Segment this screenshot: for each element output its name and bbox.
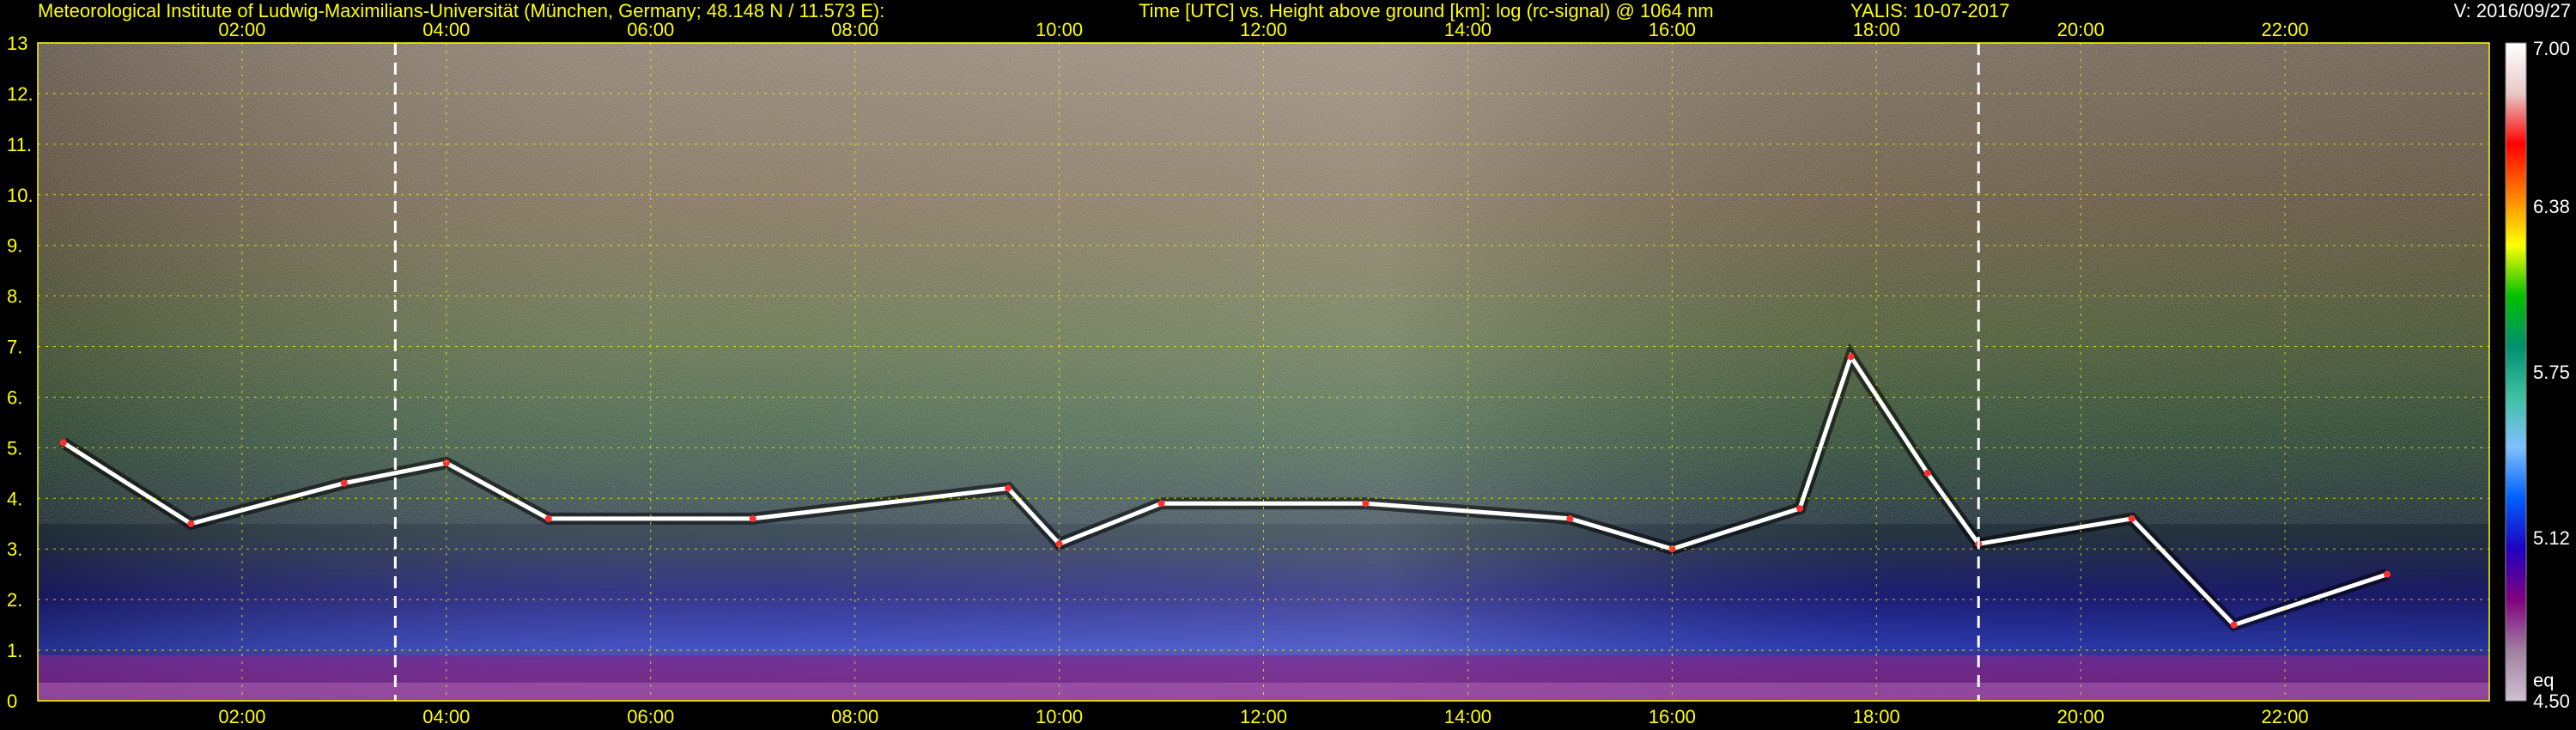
chart-header: Meteorological Institute of Ludwig-Maxim… (38, 0, 2571, 21)
x-tick-label-bottom: 20:00 (2057, 706, 2105, 727)
cloud-layer-point (1923, 469, 1931, 477)
colorbar-label: 5.12 (2533, 527, 2570, 549)
y-tick-label: 5. (7, 437, 22, 459)
y-tick-label: 11. (7, 134, 32, 155)
x-tick-label-bottom: 02:00 (218, 706, 265, 727)
x-tick-label-top: 14:00 (1444, 19, 1492, 40)
x-tick-label-bottom: 18:00 (1853, 706, 1900, 727)
x-tick-label-bottom: 12:00 (1240, 706, 1287, 727)
x-tick-label-top: 04:00 (422, 19, 470, 40)
x-tick-label-top: 22:00 (2262, 19, 2309, 40)
cloud-layer-point (1847, 353, 1855, 361)
y-tick-label: 8. (7, 286, 22, 307)
plot-area (37, 42, 2490, 702)
y-tick-label: 3. (7, 538, 22, 560)
cloud-layer-point (544, 514, 552, 522)
x-tick-label-top: 12:00 (1240, 19, 1287, 40)
x-tick-label-top: 06:00 (627, 19, 674, 40)
lidar-quicklook-chart: Meteorological Institute of Ludwig-Maxim… (7, 0, 2571, 727)
x-tick-label-top: 02:00 (218, 19, 265, 40)
cloud-layer-point (1796, 505, 1804, 513)
colorbar-labels: 7.00 6.38 5.75 5.12 eq4.50 (2533, 38, 2570, 712)
x-tick-label-bottom: 06:00 (627, 706, 674, 727)
colorbar-label: 5.75 (2533, 362, 2570, 383)
x-tick-labels-top: 02:00 04:00 06:00 08:00 10:00 12:00 14:00 16:00… (218, 19, 2308, 40)
y-tick-label: 2. (7, 589, 22, 611)
x-tick-label-top: 18:00 (1853, 19, 1900, 40)
cloud-layer-point (1362, 500, 1370, 508)
x-tick-label-bottom: 08:00 (831, 706, 878, 727)
y-tick-label: 13 (7, 33, 27, 54)
cloud-layer-point (187, 520, 195, 527)
y-tick-label: 4. (7, 488, 22, 509)
x-tick-label-bottom: 14:00 (1444, 706, 1492, 727)
colorbar-scale (2505, 42, 2527, 702)
y-tick-label: 6. (7, 386, 22, 408)
x-tick-label-top: 16:00 (1649, 19, 1696, 40)
x-tick-label-bottom: 04:00 (422, 706, 470, 727)
colorbar-label: 6.38 (2533, 196, 2570, 217)
x-tick-label-bottom: 16:00 (1649, 706, 1696, 727)
cloud-layer-point (59, 439, 67, 447)
cloud-layer-point (2384, 570, 2391, 578)
y-tick-label: 1. (7, 640, 22, 661)
y-tick-labels: 0 1. 2. 3. 4. 5. 6. 7. 8. 9. 10. 11. 12. 13 (7, 33, 33, 712)
x-tick-labels-bottom: 02:00 04:00 06:00 08:00 10:00 12:00 14:00 16:00… (218, 706, 2308, 727)
cloud-layer-point (1005, 484, 1012, 492)
cloud-layer-point (2128, 514, 2136, 522)
x-tick-label-top: 08:00 (831, 19, 878, 40)
colorbar-label: 4.50 (2533, 690, 2570, 712)
y-tick-label: 0 (7, 690, 17, 712)
y-tick-label: 10. (7, 185, 33, 206)
x-tick-label-bottom: 10:00 (1036, 706, 1083, 727)
y-tick-label: 9. (7, 235, 22, 257)
colorbar-label: eq (2533, 669, 2554, 690)
cloud-layer-point (1157, 500, 1165, 508)
x-tick-label-top: 10:00 (1036, 19, 1083, 40)
chart-title: Time [UTC] vs. Height above ground [km]:… (1139, 0, 1714, 21)
colorbar: 7.00 6.38 5.75 5.12 eq4.50 (2505, 38, 2570, 712)
y-tick-label: 7. (7, 337, 22, 358)
cloud-layer-point (340, 479, 348, 487)
cloud-layer-point (749, 514, 756, 522)
cloud-layer-point (1566, 514, 1574, 522)
colorbar-label: 7.00 (2533, 38, 2570, 59)
x-tick-label-top: 20:00 (2057, 19, 2105, 40)
cloud-layer-point (2230, 621, 2238, 629)
y-tick-label: 12. (7, 83, 33, 105)
x-tick-label-bottom: 22:00 (2262, 706, 2309, 727)
version-label: V: 2016/09/27 (2454, 0, 2571, 21)
